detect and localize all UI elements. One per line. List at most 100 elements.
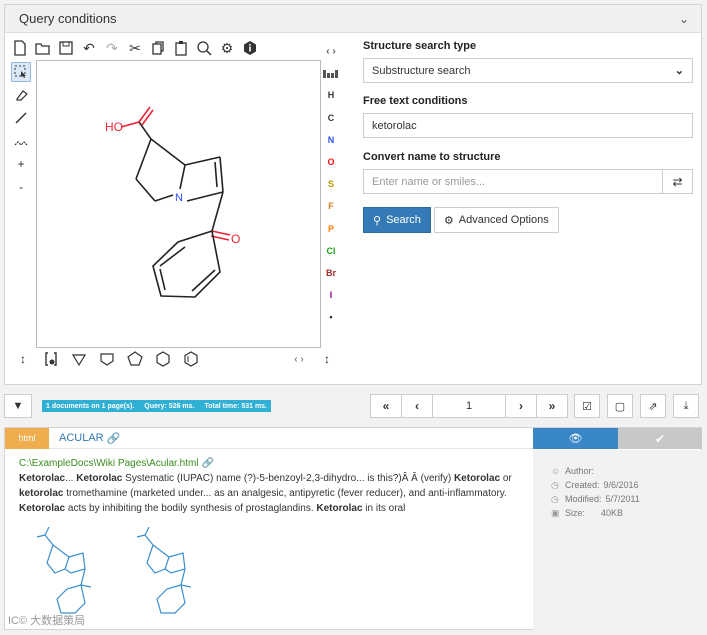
select-tool-icon[interactable] — [11, 62, 31, 82]
atom-more[interactable]: • — [329, 306, 332, 328]
snippet-highlight: ketorolac — [19, 488, 64, 499]
cyclopropane-icon[interactable] — [70, 350, 88, 368]
info-icon[interactable] — [240, 38, 260, 58]
atom-H[interactable]: H — [328, 84, 335, 106]
structure-type-select[interactable]: Substructure search ⌄ — [363, 58, 693, 83]
last-page-button[interactable]: » — [536, 394, 568, 418]
undo-icon[interactable]: ↶ — [79, 38, 99, 58]
docs-count: 1 documents on 1 page(s). — [46, 402, 135, 410]
meta-modified: ◷ Modified: 5/7/2011 — [551, 493, 640, 505]
cyclobutane-icon[interactable] — [98, 350, 116, 368]
result-metadata: ☺ Author: ◷ Created: 9/6/2016 ◷ Modified… — [533, 450, 702, 630]
watermark: IC© 大数据策局 — [8, 615, 86, 627]
result-actions: ☑ ▢ ⇗ ⤓ — [574, 394, 699, 418]
snippet-highlight: Ketorolac — [19, 503, 66, 514]
charge-plus-button[interactable]: + — [11, 154, 31, 174]
atom-Cl[interactable]: Cl — [327, 240, 336, 262]
element-table-icon[interactable] — [323, 62, 339, 84]
atom-P[interactable]: P — [328, 218, 334, 240]
cyclopentane-icon[interactable] — [126, 350, 144, 368]
benzene-inner-1 — [159, 268, 166, 291]
total-time: Total time: 531 ms. — [204, 402, 268, 410]
convert-label: Convert name to structure — [363, 151, 501, 163]
page-number-input[interactable]: 1 — [432, 394, 506, 418]
cyclohexane-icon[interactable] — [154, 350, 172, 368]
snippet-text: or — [500, 473, 512, 484]
search-icon: ⚲ — [373, 214, 382, 227]
template-toolbar: ↕ ‹ › ↕ — [14, 350, 336, 368]
check-all-icon[interactable]: ☑ — [574, 394, 600, 418]
clock-icon: ◷ — [551, 479, 559, 490]
horizontal-scroll-arrows[interactable]: ‹ › — [290, 350, 308, 368]
snippet-text: Systematic (IUPAC) name (?)-5-benzoyl-2,… — [122, 473, 454, 484]
snippet-highlight: Ketorolac — [453, 473, 501, 484]
paste-icon[interactable] — [171, 38, 191, 58]
convert-exchange-icon[interactable]: ⇄ — [663, 169, 693, 194]
settings-icon[interactable]: ⚙ — [217, 38, 237, 58]
search-button[interactable]: ⚲ Search — [363, 207, 431, 233]
advanced-options-label: Advanced Options — [458, 214, 549, 226]
benzene-icon[interactable] — [182, 350, 200, 368]
copy-icon[interactable] — [148, 38, 168, 58]
bracket-tool-icon[interactable] — [42, 350, 60, 368]
export-icon[interactable]: ⇗ — [640, 394, 666, 418]
atom-label-o: O — [231, 232, 240, 246]
results-toolbar: ▼ 1 documents on 1 page(s). Query: 526 m… — [4, 394, 702, 420]
meta-created: ◷ Created: 9/6/2016 — [551, 479, 639, 491]
save-icon[interactable] — [56, 38, 76, 58]
new-icon[interactable] — [10, 38, 30, 58]
charge-minus-button[interactable]: - — [11, 177, 31, 197]
next-page-button[interactable]: › — [505, 394, 537, 418]
snippet-text: in its oral — [362, 503, 406, 514]
atom-F[interactable]: F — [328, 195, 334, 217]
pyrrole-double — [214, 161, 218, 188]
disk-icon: ▣ — [551, 507, 560, 518]
atom-Br[interactable]: Br — [326, 262, 336, 284]
ring-bond-3 — [154, 194, 174, 202]
result-path-link[interactable]: C:\ExampleDocs\Wiki Pages\Acular.html 🔗 — [19, 458, 514, 469]
uncheck-all-icon[interactable]: ▢ — [607, 394, 633, 418]
scroll-vertical-icon[interactable]: ↕ — [14, 350, 32, 368]
atom-S[interactable]: S — [328, 173, 334, 195]
result-body: C:\ExampleDocs\Wiki Pages\Acular.html 🔗 … — [19, 458, 514, 516]
result-title: ACULAR — [59, 432, 104, 444]
search-form: Structure search type Substructure searc… — [363, 40, 693, 233]
preview-eye-icon[interactable]: 👁 — [533, 428, 618, 449]
atom-C[interactable]: C — [328, 107, 335, 129]
atom-N[interactable]: N — [328, 129, 335, 151]
cut-icon[interactable]: ✂ — [125, 38, 145, 58]
atom-label-n: N — [175, 192, 183, 204]
chevron-down-icon: ⌄ — [674, 65, 684, 77]
c-o-double-1 — [138, 106, 151, 123]
first-page-button[interactable]: « — [370, 394, 402, 418]
panel-header[interactable]: Query conditions ⌄ — [5, 5, 701, 33]
result-title-link[interactable]: ACULAR 🔗 — [59, 432, 120, 445]
pyrrole-bond-3 — [186, 191, 224, 202]
molecule-drawing: HO N O — [105, 106, 240, 298]
name-to-structure-input[interactable]: Enter name or smiles... — [363, 169, 663, 194]
bond-tool-icon[interactable] — [11, 108, 31, 128]
scroll-vertical-icon-right[interactable]: ↕ — [318, 350, 336, 368]
atom-palette-arrows[interactable]: ‹ › — [326, 40, 335, 62]
filter-icon[interactable]: ▼ — [4, 394, 32, 418]
structure-type-label: Structure search type — [363, 40, 477, 52]
open-icon[interactable] — [33, 38, 53, 58]
c-cooh-bond — [138, 121, 152, 140]
eraser-tool-icon[interactable] — [11, 85, 31, 105]
snippet-highlight: Ketorolac — [19, 473, 66, 484]
download-icon[interactable]: ⤓ — [673, 394, 699, 418]
prev-page-button[interactable]: ‹ — [401, 394, 433, 418]
free-text-input[interactable]: ketorolac — [363, 113, 693, 138]
atom-O[interactable]: O — [327, 151, 334, 173]
advanced-options-button[interactable]: ⚙ Advanced Options — [433, 207, 559, 233]
select-check-icon[interactable]: ✔ — [618, 428, 702, 449]
ring-bond-5 — [179, 164, 186, 190]
chevron-down-icon[interactable]: ⌄ — [679, 12, 689, 26]
zoom-icon[interactable] — [194, 38, 214, 58]
snippet-text: tromethamine (marketed under... as an an… — [63, 488, 507, 499]
snippet-text: acts by inhibiting the bodily synthesis … — [65, 503, 317, 514]
chain-tool-icon[interactable] — [11, 131, 31, 151]
structure-canvas[interactable]: HO N O — [36, 60, 321, 348]
redo-icon[interactable]: ↷ — [102, 38, 122, 58]
atom-I[interactable]: I — [330, 284, 333, 306]
